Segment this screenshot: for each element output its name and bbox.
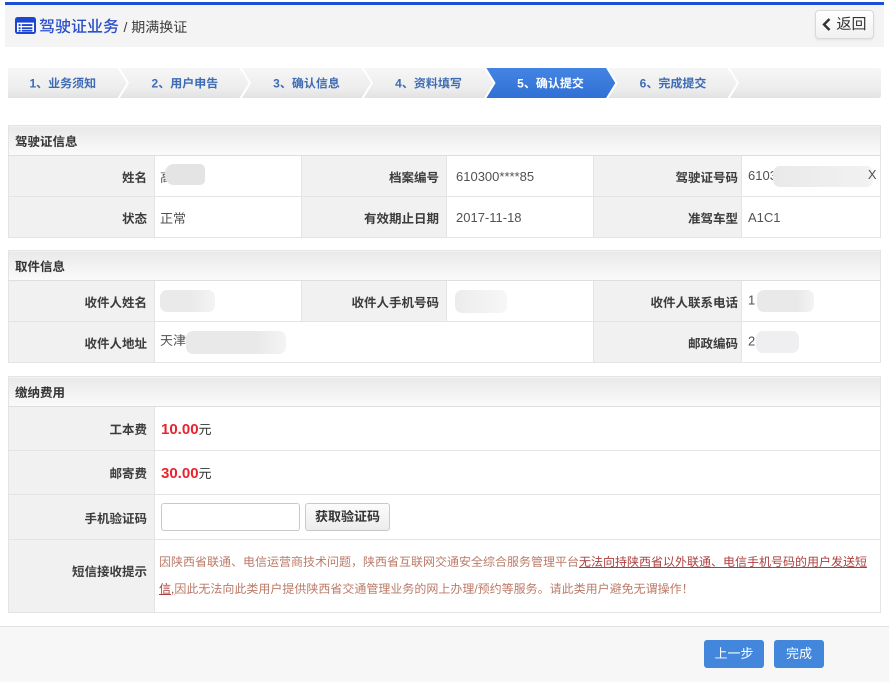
svg-text:2、用户申告: 2、用户申告 <box>152 77 219 91</box>
svg-text:3、确认信息: 3、确认信息 <box>273 77 340 91</box>
svg-text:4、资料填写: 4、资料填写 <box>395 77 462 91</box>
svg-text:1、业务须知: 1、业务须知 <box>29 77 96 91</box>
svg-text:5、确认提交: 5、确认提交 <box>517 77 584 91</box>
svg-text:6、完成提交: 6、完成提交 <box>640 77 707 91</box>
